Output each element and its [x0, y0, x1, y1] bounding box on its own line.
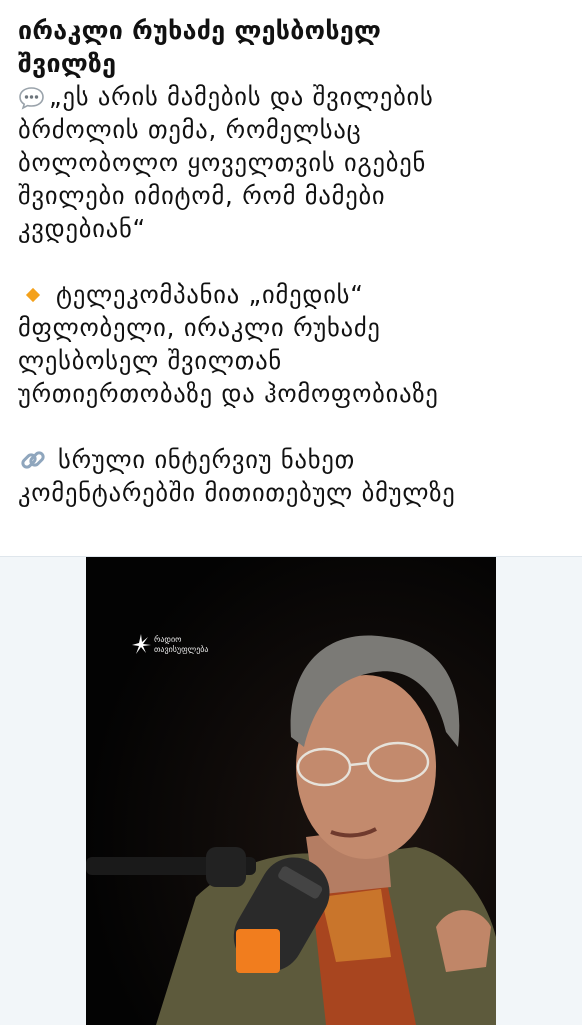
quote-line: ბრძოლის თემა, რომელსაც — [18, 115, 362, 144]
post-title-line: ირაკლი რუხაძე ლესბოსელ — [18, 16, 382, 45]
radio-liberty-logo: რადიო თავისუფლება — [132, 633, 208, 659]
post-title-line: შვილზე — [18, 49, 117, 78]
quote-text: „ეს არის მამების და შვილების — [49, 82, 434, 111]
orange-diamond-icon — [25, 287, 41, 302]
info-line: ურთიერთობაზე და ჰომოფობიაზე — [18, 379, 439, 408]
info-block: ტელეკომპანია „იმედის“ მფლობელი, ირაკლი რ… — [18, 278, 574, 410]
quote-block: „ეს არის მამების და შვილების ბრძოლის თემ… — [18, 80, 574, 245]
link-line: კომენტარებში მითითებულ ბმულზე — [18, 478, 456, 507]
logo-text-line: რადიო — [154, 635, 182, 644]
info-line: ტელეკომპანია „იმედის“ — [18, 278, 574, 311]
quote-line: „ეს არის მამების და შვილების — [18, 80, 574, 113]
video-frame-illustration — [86, 557, 496, 1025]
post-title: ირაკლი რუხაძე ლესბოსელ შვილზე — [18, 14, 574, 80]
quote-line: ბოლობოლო ყოველთვის იგებენ — [18, 148, 427, 177]
speech-bubble-icon — [18, 85, 45, 110]
info-line: მფლობელი, ირაკლი რუხაძე — [18, 313, 381, 342]
quote-line: კვდებიან“ — [18, 214, 147, 243]
info-line: ლესბოსელ შვილთან — [18, 346, 283, 375]
info-text: ტელეკომპანია „იმედის“ — [56, 280, 364, 309]
link-icon — [18, 445, 48, 475]
media-attachment[interactable]: რადიო თავისუფლება — [0, 556, 582, 1025]
link-line: სრული ინტერვიუ ნახეთ — [18, 443, 574, 476]
quote-line: შვილები იმიტომ, რომ მამები — [18, 181, 386, 210]
radio-liberty-logo-icon — [132, 634, 151, 654]
link-block: სრული ინტერვიუ ნახეთ კომენტარებში მითითე… — [18, 443, 574, 509]
logo-text-line: თავისუფლება — [154, 645, 209, 654]
logo-text: რადიო თავისუფლება — [154, 635, 208, 655]
post-text: ირაკლი რუხაძე ლესბოსელ შვილზე „ეს არის მ… — [18, 14, 574, 509]
video-thumbnail[interactable]: რადიო თავისუფლება — [86, 557, 496, 1025]
link-text: სრული ინტერვიუ ნახეთ — [58, 445, 356, 474]
